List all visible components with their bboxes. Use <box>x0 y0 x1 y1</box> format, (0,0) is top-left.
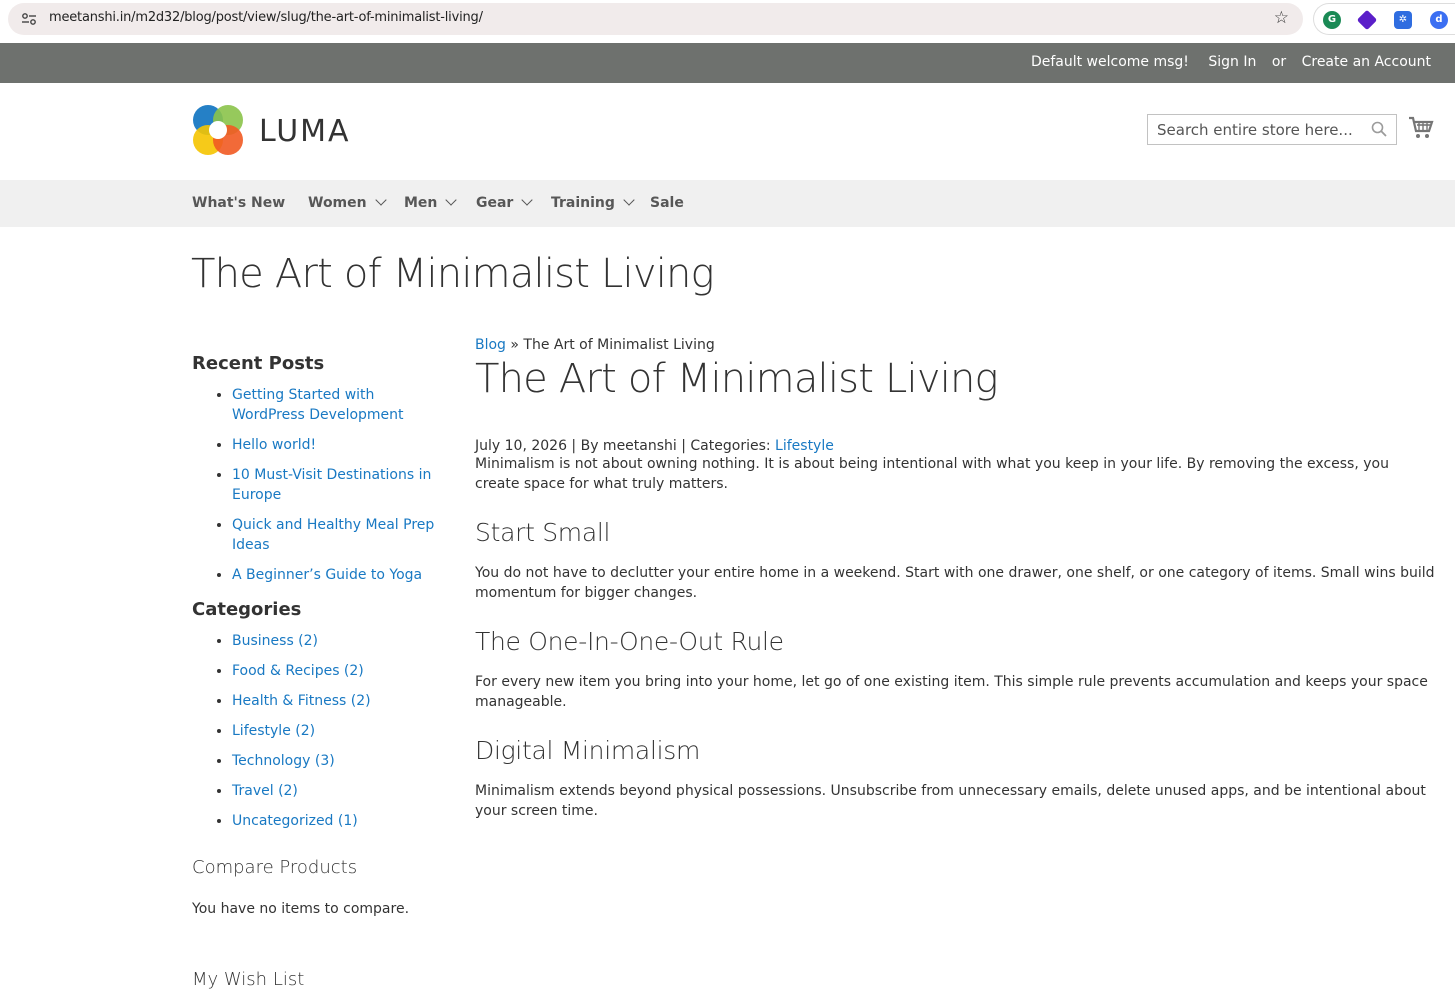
diamond-extension-icon[interactable] <box>1356 9 1378 31</box>
cart-icon[interactable] <box>1408 116 1434 140</box>
post-meta: July 10, 2026 | By meetanshi | Categorie… <box>475 438 1435 454</box>
bookmark-star-icon[interactable]: ☆ <box>1274 8 1289 28</box>
luma-logo[interactable]: LUMA <box>192 104 362 158</box>
chevron-down-icon <box>623 194 635 206</box>
breadcrumb-blog-link[interactable]: Blog <box>475 337 506 353</box>
list-item: Health & Fitness (2) <box>232 691 442 711</box>
list-item: Hello world! <box>232 435 442 455</box>
chevron-down-icon <box>445 194 458 206</box>
list-item: Quick and Healthy Meal Prep Ideas <box>232 515 442 555</box>
nav-gear[interactable]: Gear <box>476 194 534 211</box>
nav-whats-new[interactable]: What's New <box>192 195 285 211</box>
nav-women[interactable]: Women <box>308 194 387 211</box>
luma-logo-icon <box>193 105 243 155</box>
post-intro: Minimalism is not about owning nothing. … <box>475 456 1389 492</box>
extensions-bar: G ✲ d <box>1313 3 1455 35</box>
list-item: A Beginner’s Guide to Yoga <box>232 565 442 585</box>
list-item: Technology (3) <box>232 751 442 771</box>
site-header: LUMA <box>0 83 1455 180</box>
breadcrumb: Blog » The Art of Minimalist Living <box>475 337 1435 353</box>
list-item: Getting Started with WordPress Developme… <box>232 385 442 425</box>
snowflake-extension-icon[interactable]: ✲ <box>1394 11 1412 29</box>
list-item: Food & Recipes (2) <box>232 661 442 681</box>
post-meta-text: July 10, 2026 | By meetanshi | Categorie… <box>475 438 776 454</box>
list-item: Business (2) <box>232 631 442 651</box>
category-link[interactable]: Lifestyle (2) <box>232 723 315 739</box>
section-heading: Start Small <box>475 518 611 547</box>
top-panel: Default welcome msg! Sign In or Create a… <box>0 43 1455 83</box>
url-text[interactable]: meetanshi.in/m2d32/blog/post/view/slug/t… <box>49 10 483 25</box>
category-link[interactable]: Technology (3) <box>232 753 335 769</box>
sidebar: Recent Posts Getting Started with WordPr… <box>192 353 442 990</box>
grammarly-extension-icon[interactable]: G <box>1323 11 1341 29</box>
luma-logo-text: LUMA <box>259 114 351 149</box>
list-item: Lifestyle (2) <box>232 721 442 741</box>
create-account-link[interactable]: Create an Account <box>1302 54 1431 70</box>
category-link[interactable]: Uncategorized (1) <box>232 813 358 829</box>
search-box <box>1147 114 1397 145</box>
recent-post-link[interactable]: 10 Must-Visit Destinations in Europe <box>232 467 431 503</box>
recent-post-link[interactable]: Getting Started with WordPress Developme… <box>232 387 404 423</box>
post-category-link[interactable]: Lifestyle <box>775 438 834 454</box>
breadcrumb-current: The Art of Minimalist Living <box>523 337 715 353</box>
categories-title: Categories <box>192 599 302 620</box>
welcome-message: Default welcome msg! <box>1030 54 1189 70</box>
chevron-down-icon <box>374 194 387 206</box>
post-content: Blog » The Art of Minimalist Living The … <box>475 337 1435 821</box>
browser-chrome: meetanshi.in/m2d32/blog/post/view/slug/t… <box>0 0 1455 43</box>
recent-posts-list: Getting Started with WordPress Developme… <box>232 385 442 585</box>
search-input[interactable] <box>1148 115 1363 144</box>
breadcrumb-separator: » <box>505 337 524 353</box>
list-item: 10 Must-Visit Destinations in Europe <box>232 465 442 505</box>
nav-men[interactable]: Men <box>404 194 458 211</box>
list-item: Uncategorized (1) <box>232 811 442 831</box>
recent-post-link[interactable]: A Beginner’s Guide to Yoga <box>232 567 422 583</box>
recent-posts-title: Recent Posts <box>192 353 325 374</box>
category-link[interactable]: Business (2) <box>232 633 318 649</box>
category-link[interactable]: Food & Recipes (2) <box>232 663 364 679</box>
sign-in-link[interactable]: Sign In <box>1208 54 1256 70</box>
category-link[interactable]: Travel (2) <box>232 783 298 799</box>
categories-list: Business (2) Food & Recipes (2) Health &… <box>232 631 442 831</box>
section-text: Minimalism extends beyond physical posse… <box>475 783 1426 819</box>
post-title: The Art of Minimalist Living <box>475 356 999 402</box>
section-heading: Digital Minimalism <box>475 736 701 765</box>
chevron-down-icon <box>521 194 534 206</box>
section-text: For every new item you bring into your h… <box>475 674 1428 710</box>
wishlist-title: My Wish List <box>192 969 305 990</box>
section-heading: The One-In-One-Out Rule <box>475 627 784 656</box>
section-text: You do not have to declutter your entire… <box>475 565 1435 601</box>
category-link[interactable]: Health & Fitness (2) <box>232 693 371 709</box>
compare-empty-text: You have no items to compare. <box>192 901 410 917</box>
site-info-icon[interactable] <box>21 12 37 26</box>
page-title: The Art of Minimalist Living <box>191 251 715 297</box>
main-navigation: What's New Women Men Gear Training Sale <box>0 180 1455 227</box>
address-bar[interactable]: meetanshi.in/m2d32/blog/post/view/slug/t… <box>8 3 1303 35</box>
recent-post-link[interactable]: Quick and Healthy Meal Prep Ideas <box>232 517 434 553</box>
d-extension-icon[interactable]: d <box>1430 11 1448 29</box>
nav-sale[interactable]: Sale <box>650 195 684 211</box>
compare-products-title: Compare Products <box>192 857 358 878</box>
list-item: Travel (2) <box>232 781 442 801</box>
search-icon[interactable] <box>1371 121 1387 137</box>
recent-post-link[interactable]: Hello world! <box>232 437 316 453</box>
nav-training[interactable]: Training <box>551 194 635 211</box>
or-text: or <box>1271 54 1287 70</box>
